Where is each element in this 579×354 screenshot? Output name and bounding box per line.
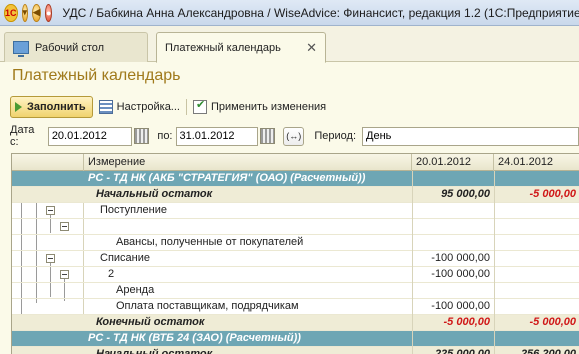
row-dimension-cell: Оплата поставщикам, подрядчикам xyxy=(116,300,299,312)
row-date-1-cell: -100 000,00 xyxy=(412,267,494,283)
table-row[interactable] xyxy=(12,219,579,235)
desktop-icon xyxy=(13,41,29,57)
row-dimension-cell: Начальный остаток xyxy=(96,348,213,354)
date-from-input[interactable] xyxy=(47,126,132,146)
period-label: Период: xyxy=(314,130,357,142)
row-date-1-cell xyxy=(412,235,494,251)
settings-icon xyxy=(98,100,113,114)
tab-desktop[interactable]: Рабочий стол xyxy=(4,32,148,62)
stop-icon[interactable]: ● xyxy=(44,3,53,22)
row-date-2-cell xyxy=(494,203,579,219)
row-date-2-cell xyxy=(494,283,579,299)
row-date-1-cell xyxy=(412,219,494,235)
table-row[interactable]: Списание -100 000,00 xyxy=(12,251,579,267)
app-logo-icon[interactable]: 1С xyxy=(4,3,18,22)
row-dimension-cell: РС - ТД НК (АКБ "СТРАТЕГИЯ" (ОАО) (Расче… xyxy=(88,172,366,184)
page-title: Платежный календарь xyxy=(12,67,181,84)
column-header-date-1[interactable]: 20.01.2012 xyxy=(412,154,494,171)
table-row[interactable]: Начальный остаток 95 000,00 -5 000,00 xyxy=(12,187,579,203)
table-row[interactable]: Оплата поставщикам, подрядчикам -100 000,… xyxy=(12,299,579,315)
row-date-2-cell xyxy=(494,235,579,251)
period-row: Дата с: по: (↔) Период: xyxy=(10,124,579,148)
date-to-label: по: xyxy=(157,130,173,142)
row-date-2-cell xyxy=(494,331,579,347)
date-to-input[interactable] xyxy=(175,126,258,146)
tab-desktop-label: Рабочий стол xyxy=(35,41,105,54)
date-from-label: Дата с: xyxy=(10,124,35,148)
row-date-1-cell xyxy=(412,283,494,299)
row-dimension-cell: Конечный остаток xyxy=(96,316,205,328)
row-date-1-cell: -5 000,00 xyxy=(412,315,494,331)
row-date-1-cell xyxy=(412,203,494,219)
fill-button-label: Заполнить xyxy=(27,101,86,113)
row-date-1-cell xyxy=(412,331,494,347)
row-dimension-cell: РС - ТД НК (ВТБ 24 (ЗАО) (Расчетный)) xyxy=(88,332,301,344)
row-date-2-cell xyxy=(494,219,579,235)
close-icon[interactable]: ✕ xyxy=(306,40,317,56)
calendar-icon[interactable] xyxy=(133,128,150,144)
row-date-2-cell: -5 000,00 xyxy=(494,315,579,331)
row-date-1-cell: 95 000,00 xyxy=(412,187,494,203)
settings-button[interactable]: Настройка... xyxy=(98,100,180,114)
row-date-2-cell xyxy=(494,251,579,267)
row-date-2-cell xyxy=(494,299,579,315)
row-dimension-cell: Начальный остаток xyxy=(96,188,213,200)
window-title-bar: 1С ▾ ◀ ● УДС / Бабкина Анна Александровн… xyxy=(0,0,579,26)
tab-payment-calendar[interactable]: Платежный календарь ✕ xyxy=(156,32,326,63)
row-dimension-cell: Аренда xyxy=(116,284,155,296)
table-row[interactable]: РС - ТД НК (ВТБ 24 (ЗАО) (Расчетный)) xyxy=(12,331,579,347)
payment-calendar-table: Измерение 20.01.2012 24.01.2012 РС - ТД … xyxy=(11,153,579,354)
row-dimension-cell: Списание xyxy=(100,252,150,264)
row-date-1-cell xyxy=(412,171,494,187)
row-date-2-cell: 256 200,00 xyxy=(494,347,579,354)
apply-changes-label: Применить изменения xyxy=(210,101,327,113)
menu-dropdown-icon[interactable]: ▾ xyxy=(21,3,29,22)
row-dimension-cell: Авансы, полученные от покупателей xyxy=(116,236,304,248)
table-header: Измерение 20.01.2012 24.01.2012 xyxy=(12,154,579,171)
table-row[interactable]: РС - ТД НК (АКБ "СТРАТЕГИЯ" (ОАО) (Расче… xyxy=(12,171,579,187)
tab-payment-calendar-label: Платежный календарь xyxy=(165,41,281,54)
back-arrow-icon[interactable]: ◀ xyxy=(32,3,41,22)
row-date-2-cell xyxy=(494,171,579,187)
apply-check-icon xyxy=(192,98,207,114)
table-row[interactable]: Конечный остаток -5 000,00 -5 000,00 xyxy=(12,315,579,331)
table-row[interactable]: Поступление xyxy=(12,203,579,219)
table-row[interactable]: 2 -100 000,00 xyxy=(12,267,579,283)
tree-column-header xyxy=(12,154,84,171)
window-title: УДС / Бабкина Анна Александровна / WiseA… xyxy=(62,5,579,20)
table-row[interactable]: Аренда xyxy=(12,283,579,299)
column-header-dimension[interactable]: Измерение xyxy=(84,154,412,171)
calendar-icon[interactable] xyxy=(259,128,276,144)
table-row[interactable]: Начальный остаток 225 000,00 256 200,00 xyxy=(12,347,579,354)
toolbar-divider xyxy=(185,99,187,115)
row-date-2-cell xyxy=(494,267,579,283)
settings-button-label: Настройка... xyxy=(116,101,180,113)
table-row[interactable]: Авансы, полученные от покупателей xyxy=(12,235,579,251)
row-date-2-cell: -5 000,00 xyxy=(494,187,579,203)
column-header-date-2[interactable]: 24.01.2012 xyxy=(494,154,579,171)
tab-strip: Рабочий стол Платежный календарь ✕ xyxy=(0,26,579,63)
play-icon xyxy=(15,102,22,112)
apply-changes-button[interactable]: Применить изменения xyxy=(192,98,327,114)
row-dimension-cell: Поступление xyxy=(100,204,168,216)
period-field[interactable] xyxy=(362,126,579,146)
row-date-1-cell: -100 000,00 xyxy=(412,299,494,315)
row-dimension-cell xyxy=(84,219,412,235)
row-date-1-cell: 225 000,00 xyxy=(412,347,494,354)
row-date-1-cell: -100 000,00 xyxy=(412,251,494,267)
period-select-button[interactable]: (↔) xyxy=(283,126,305,146)
row-dimension-cell: 2 xyxy=(108,268,115,280)
fill-button[interactable]: Заполнить xyxy=(10,96,93,118)
toolbar: Заполнить Настройка... Применить изменен… xyxy=(10,96,326,118)
